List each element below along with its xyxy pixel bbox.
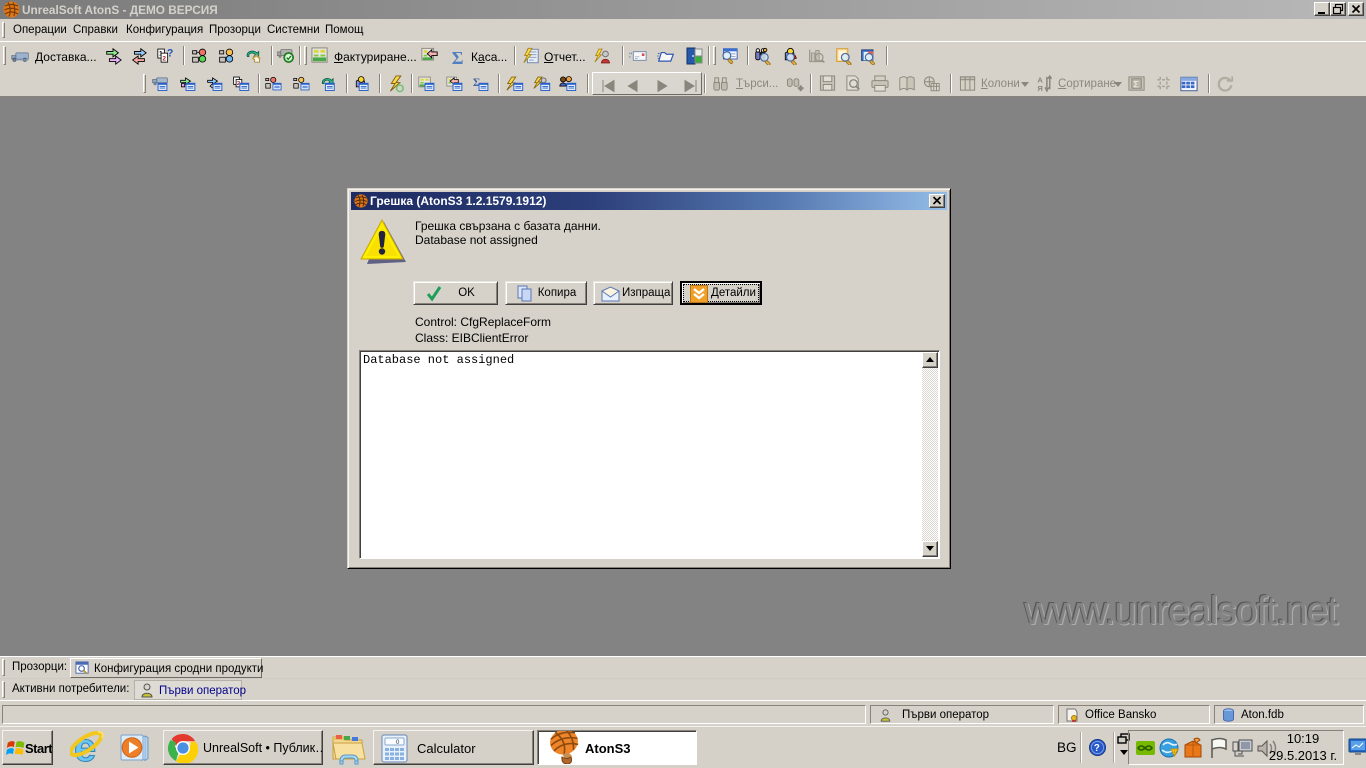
svg-text:?: ? [1094, 743, 1100, 754]
svg-text:Я: Я [1037, 84, 1042, 93]
svg-text:Σ: Σ [452, 48, 464, 66]
svg-text:Σ: Σ [1133, 79, 1139, 90]
svg-text:?: ? [167, 47, 174, 59]
svg-text:2: 2 [162, 56, 166, 63]
